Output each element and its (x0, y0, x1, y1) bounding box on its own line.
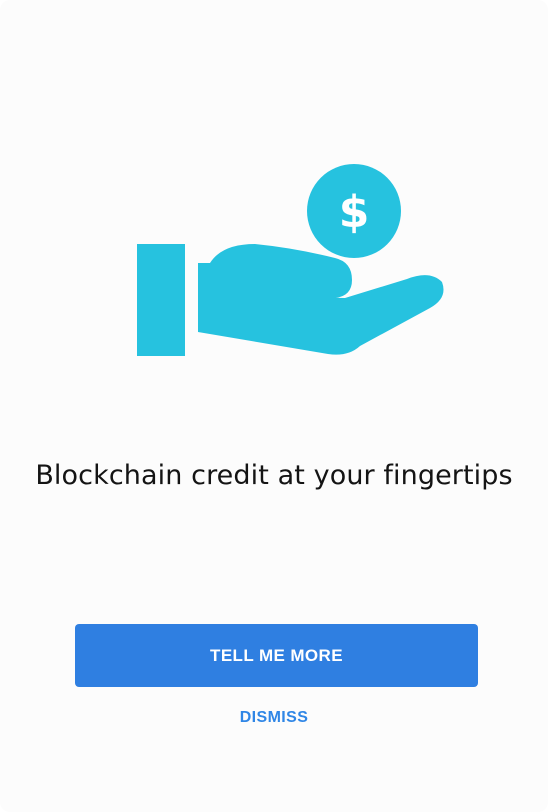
dollar-sign: $ (339, 187, 370, 238)
hand-holding-dollar-icon-graphic: $ (137, 164, 444, 356)
palm-shape (198, 244, 444, 355)
headline: Blockchain credit at your fingertips (35, 460, 513, 491)
dismiss-button[interactable]: DISMISS (214, 703, 334, 733)
cuff-shape (137, 244, 185, 356)
hand-holding-dollar-icon: $ (130, 158, 450, 363)
onboarding-card: $ Blockchain credit at your fingertips T… (0, 0, 548, 812)
tell-me-more-button[interactable]: TELL ME MORE (75, 624, 478, 687)
